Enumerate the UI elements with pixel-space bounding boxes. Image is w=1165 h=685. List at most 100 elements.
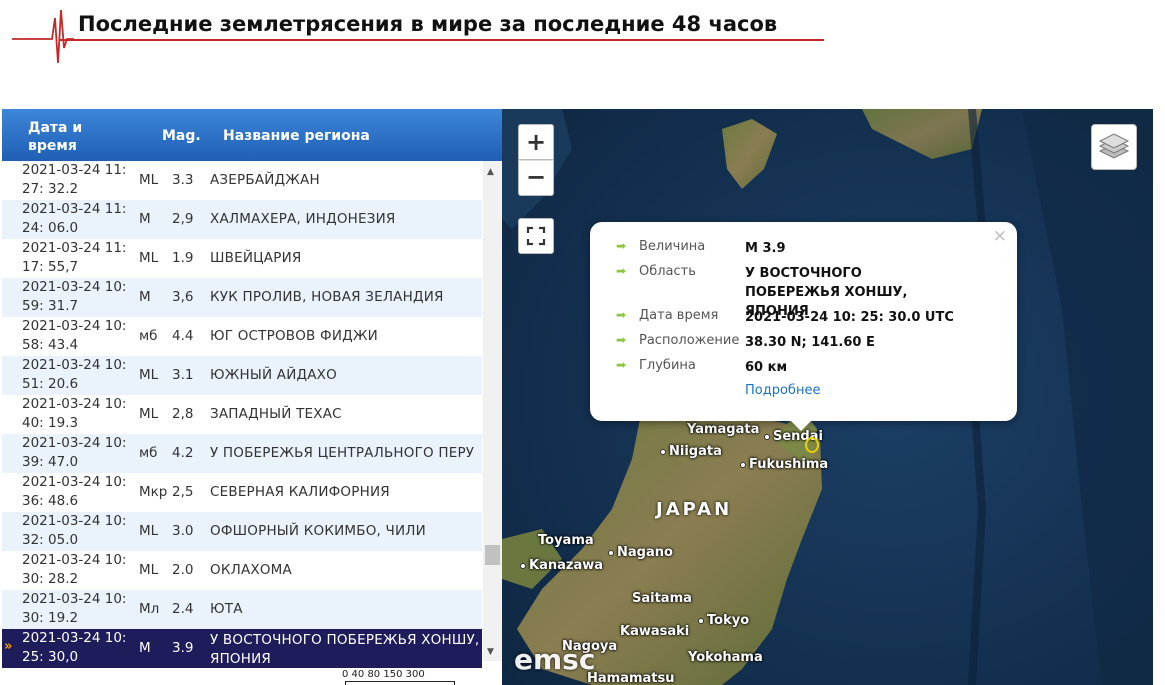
- earthquake-marker[interactable]: [805, 437, 819, 453]
- table-row[interactable]: 2021-03-24 10: 51: 20.6 ML 3.1 ЮЖНЫЙ АЙДАХО: [2, 356, 482, 395]
- table-row[interactable]: 2021-03-24 11: 24: 06.0 M 2,9 ХАЛМАХЕРА, ИН…: [2, 200, 482, 239]
- row-datetime: 2021-03-24 10: 51: 20.6: [22, 357, 127, 392]
- table-row-selected[interactable]: » 2021-03-24 10: 25: 30,0 M 3.9 У ВОСТОЧНОГО…: [2, 629, 482, 668]
- row-datetime: 2021-03-24 10: 40: 19.3: [22, 396, 127, 431]
- city-dot-icon: [608, 549, 614, 556]
- zoom-out-button[interactable]: −: [518, 160, 554, 196]
- row-magnitude: 4.4: [172, 328, 194, 344]
- table-row[interactable]: 2021-03-24 10: 36: 48.6 Мкр 2,5 СЕВЕРНАЯ КА…: [2, 473, 482, 512]
- place-label: Toyama: [538, 533, 594, 548]
- place-name: Hamamatsu: [587, 671, 675, 685]
- table-body: 2021-03-24 11: 27: 32.2 ML 3.3 АЗЕРБАЙДЖАН 2…: [2, 161, 482, 668]
- row-magnitude-type: Мкр: [139, 484, 168, 500]
- row-datetime: 2021-03-24 11: 17: 55,7: [22, 240, 127, 275]
- row-datetime: 2021-03-24 11: 27: 32.2: [22, 162, 127, 197]
- row-datetime: 2021-03-24 10: 58: 43.4: [22, 318, 127, 353]
- row-magnitude: 2,9: [172, 211, 194, 227]
- popup-field-label: Величина: [639, 239, 706, 254]
- title-underline: [60, 39, 824, 41]
- row-magnitude: 2,8: [172, 406, 194, 422]
- row-region: КУК ПРОЛИВ, НОВАЯ ЗЕЛАНДИЯ: [210, 289, 444, 305]
- table-row[interactable]: 2021-03-24 10: 30: 19.2 Мл 2.4 ЮТА: [2, 590, 482, 629]
- row-magnitude: 3.3: [172, 172, 194, 188]
- row-region: ЮЖНЫЙ АЙДАХО: [210, 367, 337, 383]
- column-header-datetime[interactable]: Дата и время: [28, 119, 108, 155]
- green-arrow-icon: ➡: [616, 333, 627, 347]
- row-magnitude-type: Мл: [139, 601, 160, 617]
- table-row[interactable]: 2021-03-24 10: 58: 43.4 мб 4.4 ЮГ ОСТРОВОВ …: [2, 317, 482, 356]
- row-region: ЮТА: [210, 601, 243, 617]
- row-magnitude: 3,6: [172, 289, 194, 305]
- fullscreen-button[interactable]: [518, 218, 554, 254]
- place-label: Tokyo: [698, 613, 749, 628]
- row-region: ШВЕЙЦАРИЯ: [210, 250, 302, 266]
- row-datetime: 2021-03-24 10: 32: 05.0: [22, 513, 127, 548]
- row-magnitude-type: ML: [139, 250, 159, 266]
- earthquake-map[interactable]: + − Yamagata Sendai Niigata Fukushima Toyama…: [502, 109, 1153, 685]
- popup-field-label: Область: [639, 264, 696, 279]
- earthquake-popup: × ➡ Величина M 3.9 ➡ Область У ВОСТОЧНОГО ПОБ…: [590, 222, 1017, 421]
- row-magnitude-type: ML: [139, 562, 159, 578]
- row-magnitude: 2.0: [172, 562, 194, 578]
- place-label: Niigata: [660, 444, 722, 459]
- table-header: Дата и время Mag. Название региона: [2, 109, 502, 161]
- popup-pointer: [790, 420, 812, 431]
- popup-close-icon[interactable]: ×: [993, 226, 1007, 246]
- row-magnitude-type: ML: [139, 367, 159, 383]
- map-scale-ticks: 0 40 80 150 300: [342, 669, 425, 680]
- fullscreen-icon: [526, 226, 546, 246]
- table-row[interactable]: 2021-03-24 10: 40: 19.3 ML 2,8 ЗАПАДНЫЙ ТЕХ…: [2, 395, 482, 434]
- place-label: Hamamatsu: [587, 671, 675, 685]
- place-name: Yamagata: [687, 422, 760, 437]
- row-magnitude: 2,5: [172, 484, 194, 500]
- row-magnitude: 3.1: [172, 367, 194, 383]
- city-dot-icon: [520, 562, 526, 569]
- layers-button[interactable]: [1091, 124, 1137, 170]
- row-datetime: 2021-03-24 10: 30: 28.2: [22, 552, 127, 587]
- place-label: Kanazawa: [520, 558, 603, 573]
- page-header: Последние землетрясения в мире за послед…: [0, 0, 1165, 70]
- table-row[interactable]: 2021-03-24 11: 27: 32.2 ML 3.3 АЗЕРБАЙДЖАН: [2, 161, 482, 200]
- popup-field-value: 38.30 N; 141.60 E: [745, 335, 875, 350]
- table-row[interactable]: 2021-03-24 11: 17: 55,7 ML 1.9 ШВЕЙЦАРИЯ: [2, 239, 482, 278]
- place-name: Yokohama: [688, 650, 763, 665]
- scroll-up-arrow-icon[interactable]: ▲: [487, 167, 494, 177]
- row-magnitude: 3.0: [172, 523, 194, 539]
- row-magnitude: 2.4: [172, 601, 194, 617]
- row-magnitude-type: ML: [139, 523, 159, 539]
- row-magnitude-type: M: [139, 289, 151, 305]
- scroll-down-arrow-icon[interactable]: ▼: [487, 647, 494, 657]
- earthquake-table: Дата и время Mag. Название региона 2021-…: [2, 109, 502, 685]
- popup-field-label: Глубина: [639, 358, 696, 373]
- table-scrollbar[interactable]: ▲ ▼: [483, 161, 502, 661]
- city-dot-icon: [698, 617, 704, 624]
- row-region: ОКЛАХОМА: [210, 562, 292, 578]
- layers-icon: [1098, 133, 1130, 159]
- table-row[interactable]: 2021-03-24 10: 59: 31.7 M 3,6 КУК ПРОЛИВ, Н…: [2, 278, 482, 317]
- table-row[interactable]: 2021-03-24 10: 39: 47.0 мб 4.2 У ПОБЕРЕЖЬЯ …: [2, 434, 482, 473]
- place-name: Kanazawa: [529, 558, 603, 573]
- row-magnitude-type: ML: [139, 406, 159, 422]
- column-header-region[interactable]: Название региона: [223, 128, 370, 144]
- row-datetime: 2021-03-24 10: 59: 31.7: [22, 279, 127, 314]
- city-dot-icon: [660, 448, 666, 455]
- popup-details-link[interactable]: Подробнее: [745, 383, 820, 398]
- country-label: JAPAN: [656, 499, 733, 520]
- table-row[interactable]: 2021-03-24 10: 30: 28.2 ML 2.0 ОКЛАХОМА: [2, 551, 482, 590]
- row-magnitude-type: M: [139, 211, 151, 227]
- place-label: Nagano: [608, 545, 673, 560]
- column-header-magnitude[interactable]: Mag.: [162, 128, 201, 144]
- row-region: ЗАПАДНЫЙ ТЕХАС: [210, 406, 342, 422]
- selected-row-arrow-icon: »: [4, 639, 13, 654]
- zoom-in-button[interactable]: +: [518, 124, 554, 160]
- table-row[interactable]: 2021-03-24 10: 32: 05.0 ML 3.0 ОФШОРНЫЙ КОК…: [2, 512, 482, 551]
- row-datetime: 2021-03-24 10: 36: 48.6: [22, 474, 127, 509]
- row-magnitude: 1.9: [172, 250, 194, 266]
- place-name: Niigata: [669, 444, 722, 459]
- row-region: У ВОСТОЧНОГО ПОБЕРЕЖЬЯ ХОНШУ, ЯПОНИЯ: [210, 632, 480, 667]
- place-label: Yokohama: [688, 650, 763, 665]
- map-scale-bar: [345, 681, 455, 685]
- row-region: СЕВЕРНАЯ КАЛИФОРНИЯ: [210, 484, 390, 500]
- scroll-thumb[interactable]: [485, 545, 500, 565]
- green-arrow-icon: ➡: [616, 308, 627, 322]
